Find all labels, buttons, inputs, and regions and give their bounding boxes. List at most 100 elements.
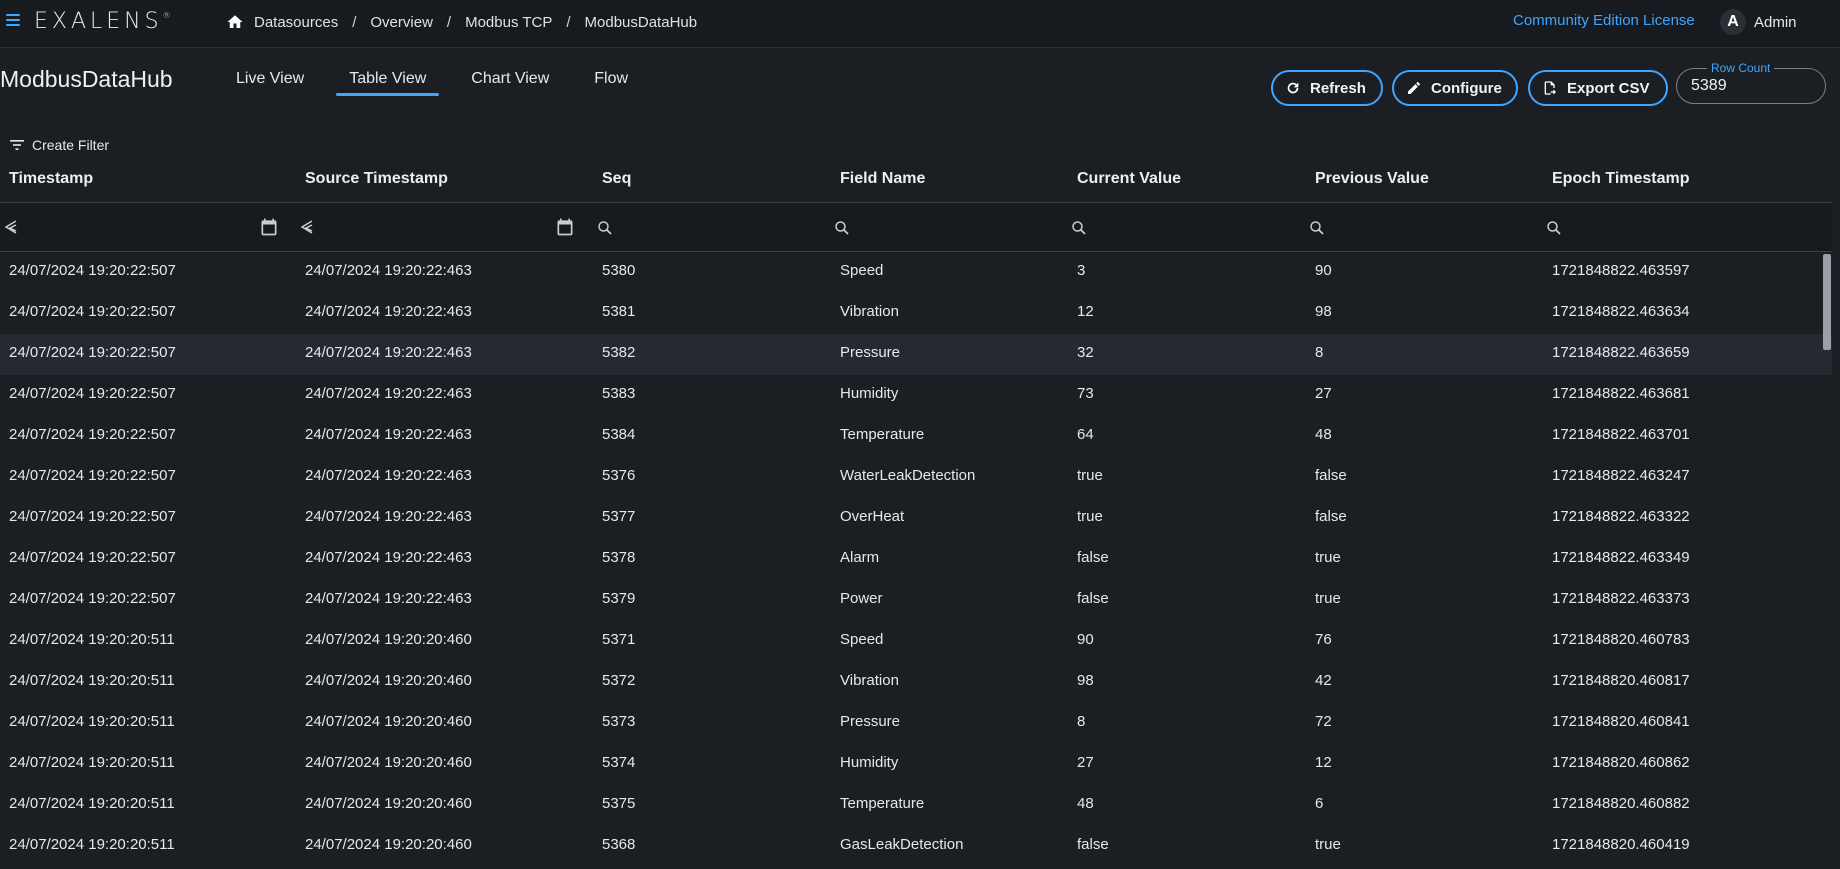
seq-cell: 5382 — [602, 344, 636, 361]
current-value-cell: 12 — [1077, 303, 1094, 320]
current-value-cell: false — [1077, 590, 1109, 607]
seq-cell: 5377 — [602, 508, 636, 525]
epoch-timestamp-cell: 1721848820.460817 — [1552, 672, 1690, 689]
calendar-icon[interactable] — [555, 217, 575, 237]
menu-icon[interactable] — [6, 14, 20, 28]
breadcrumb-separator: / — [446, 13, 452, 31]
table-row[interactable]: 24/07/2024 19:20:22:507 24/07/2024 19:20:… — [0, 375, 1832, 416]
tab-chart-view[interactable]: Chart View — [458, 68, 562, 96]
table-row[interactable]: 24/07/2024 19:20:22:507 24/07/2024 19:20:… — [0, 498, 1832, 539]
table-row[interactable]: 24/07/2024 19:20:22:507 24/07/2024 19:20:… — [0, 293, 1832, 334]
top-bar: EXALENS® Datasources / Overview / Modbus… — [0, 0, 1840, 48]
seq-cell: 5378 — [602, 549, 636, 566]
timestamp-cell: 24/07/2024 19:20:20:511 — [9, 631, 175, 648]
source-timestamp-cell: 24/07/2024 19:20:22:463 — [305, 385, 472, 402]
home-icon[interactable] — [226, 13, 244, 31]
page-title: ModbusDataHub — [0, 66, 173, 92]
tab-flow[interactable]: Flow — [581, 68, 641, 96]
field-name-cell: GasLeakDetection — [840, 836, 964, 853]
column-header-previous-value[interactable]: Previous Value — [1315, 170, 1429, 188]
column-filter-row — [0, 204, 1832, 252]
breadcrumb-modbus-tcp[interactable]: Modbus TCP — [465, 14, 552, 31]
column-header-field-name[interactable]: Field Name — [840, 170, 925, 188]
configure-button[interactable]: Configure — [1392, 70, 1518, 106]
source-timestamp-cell: 24/07/2024 19:20:22:463 — [305, 344, 472, 361]
table-row[interactable]: 24/07/2024 19:20:22:507 24/07/2024 19:20:… — [0, 580, 1832, 621]
app-logo[interactable]: EXALENS® — [34, 9, 171, 34]
current-value-cell: false — [1077, 836, 1109, 853]
timestamp-filter[interactable] — [0, 204, 290, 251]
column-header-source-timestamp[interactable]: Source Timestamp — [305, 170, 448, 188]
table-row[interactable]: 24/07/2024 19:20:22:507 24/07/2024 19:20:… — [0, 457, 1832, 498]
current-value-cell: 98 — [1077, 672, 1094, 689]
refresh-button[interactable]: Refresh — [1271, 70, 1383, 106]
previous-value-cell: false — [1315, 467, 1347, 484]
column-header-epoch-timestamp[interactable]: Epoch Timestamp — [1552, 170, 1690, 188]
current-value-cell: 27 — [1077, 754, 1094, 771]
table-row[interactable]: 24/07/2024 19:20:20:511 24/07/2024 19:20:… — [0, 703, 1832, 744]
column-header-timestamp[interactable]: Timestamp — [9, 170, 93, 188]
range-icon — [300, 220, 313, 234]
calendar-icon[interactable] — [259, 217, 279, 237]
seq-cell: 5368 — [602, 836, 636, 853]
tab-live-view[interactable]: Live View — [223, 68, 317, 96]
seq-filter[interactable] — [596, 204, 826, 251]
current-value-filter[interactable] — [1070, 204, 1300, 251]
table-row[interactable]: 24/07/2024 19:20:20:511 24/07/2024 19:20:… — [0, 785, 1832, 826]
previous-value-cell: true — [1315, 549, 1341, 566]
user-menu[interactable]: A Admin — [1720, 9, 1797, 35]
source-timestamp-cell: 24/07/2024 19:20:22:463 — [305, 426, 472, 443]
seq-cell: 5384 — [602, 426, 636, 443]
row-count-input[interactable] — [1691, 77, 1811, 95]
field-name-cell: WaterLeakDetection — [840, 467, 976, 484]
source-timestamp-cell: 24/07/2024 19:20:22:463 — [305, 590, 472, 607]
row-count-field[interactable]: Row Count — [1676, 61, 1826, 104]
seq-cell: 5380 — [602, 262, 636, 279]
previous-value-filter[interactable] — [1308, 204, 1538, 251]
seq-cell: 5383 — [602, 385, 636, 402]
current-value-cell: 48 — [1077, 795, 1094, 812]
timestamp-cell: 24/07/2024 19:20:22:507 — [9, 385, 176, 402]
previous-value-cell: 8 — [1315, 344, 1324, 361]
scrollbar-track[interactable] — [1832, 252, 1840, 869]
breadcrumb-datasources[interactable]: Datasources — [254, 14, 338, 31]
breadcrumb-separator: / — [352, 13, 357, 31]
table-row[interactable]: 24/07/2024 19:20:20:511 24/07/2024 19:20:… — [0, 621, 1832, 662]
epoch-timestamp-filter[interactable] — [1545, 204, 1825, 251]
timestamp-cell: 24/07/2024 19:20:20:511 — [9, 672, 175, 689]
avatar: A — [1720, 9, 1746, 35]
tab-table-view[interactable]: Table View — [336, 68, 440, 96]
epoch-timestamp-cell: 1721848822.463247 — [1552, 467, 1690, 484]
seq-cell: 5372 — [602, 672, 636, 689]
current-value-cell: true — [1077, 508, 1103, 525]
table-row[interactable]: 24/07/2024 19:20:22:507 24/07/2024 19:20:… — [0, 252, 1832, 293]
previous-value-cell: 72 — [1315, 713, 1332, 730]
column-header-seq[interactable]: Seq — [602, 170, 631, 188]
table-row[interactable]: 24/07/2024 19:20:20:511 24/07/2024 19:20:… — [0, 826, 1832, 867]
epoch-timestamp-cell: 1721848822.463597 — [1552, 262, 1690, 279]
seq-cell: 5379 — [602, 590, 636, 607]
epoch-timestamp-cell: 1721848822.463701 — [1552, 426, 1690, 443]
source-timestamp-cell: 24/07/2024 19:20:20:460 — [305, 754, 472, 771]
field-name-cell: Humidity — [840, 385, 899, 402]
table-row[interactable]: 24/07/2024 19:20:22:507 24/07/2024 19:20:… — [0, 539, 1832, 580]
user-name: Admin — [1754, 13, 1797, 31]
table-row[interactable]: 24/07/2024 19:20:20:511 24/07/2024 19:20:… — [0, 744, 1832, 785]
source-timestamp-cell: 24/07/2024 19:20:22:463 — [305, 549, 472, 566]
search-icon — [835, 221, 849, 235]
scrollbar-thumb[interactable] — [1823, 254, 1831, 350]
export-csv-button[interactable]: Export CSV — [1528, 70, 1668, 106]
breadcrumb-overview[interactable]: Overview — [370, 14, 433, 31]
table-row[interactable]: 24/07/2024 19:20:22:507 24/07/2024 19:20:… — [0, 416, 1832, 457]
current-value-cell: 90 — [1077, 631, 1094, 648]
table-row[interactable]: 24/07/2024 19:20:20:511 24/07/2024 19:20:… — [0, 662, 1832, 703]
range-icon — [4, 220, 17, 234]
create-filter-button[interactable]: Create Filter — [10, 137, 109, 153]
table-row[interactable]: 24/07/2024 19:20:22:507 24/07/2024 19:20:… — [0, 334, 1832, 375]
epoch-timestamp-cell: 1721848822.463681 — [1552, 385, 1690, 402]
field-name-filter[interactable] — [833, 204, 1063, 251]
source-timestamp-filter[interactable] — [300, 204, 586, 251]
column-header-current-value[interactable]: Current Value — [1077, 170, 1181, 188]
field-name-cell: Temperature — [840, 426, 925, 443]
license-link[interactable]: Community Edition License — [1513, 12, 1695, 29]
